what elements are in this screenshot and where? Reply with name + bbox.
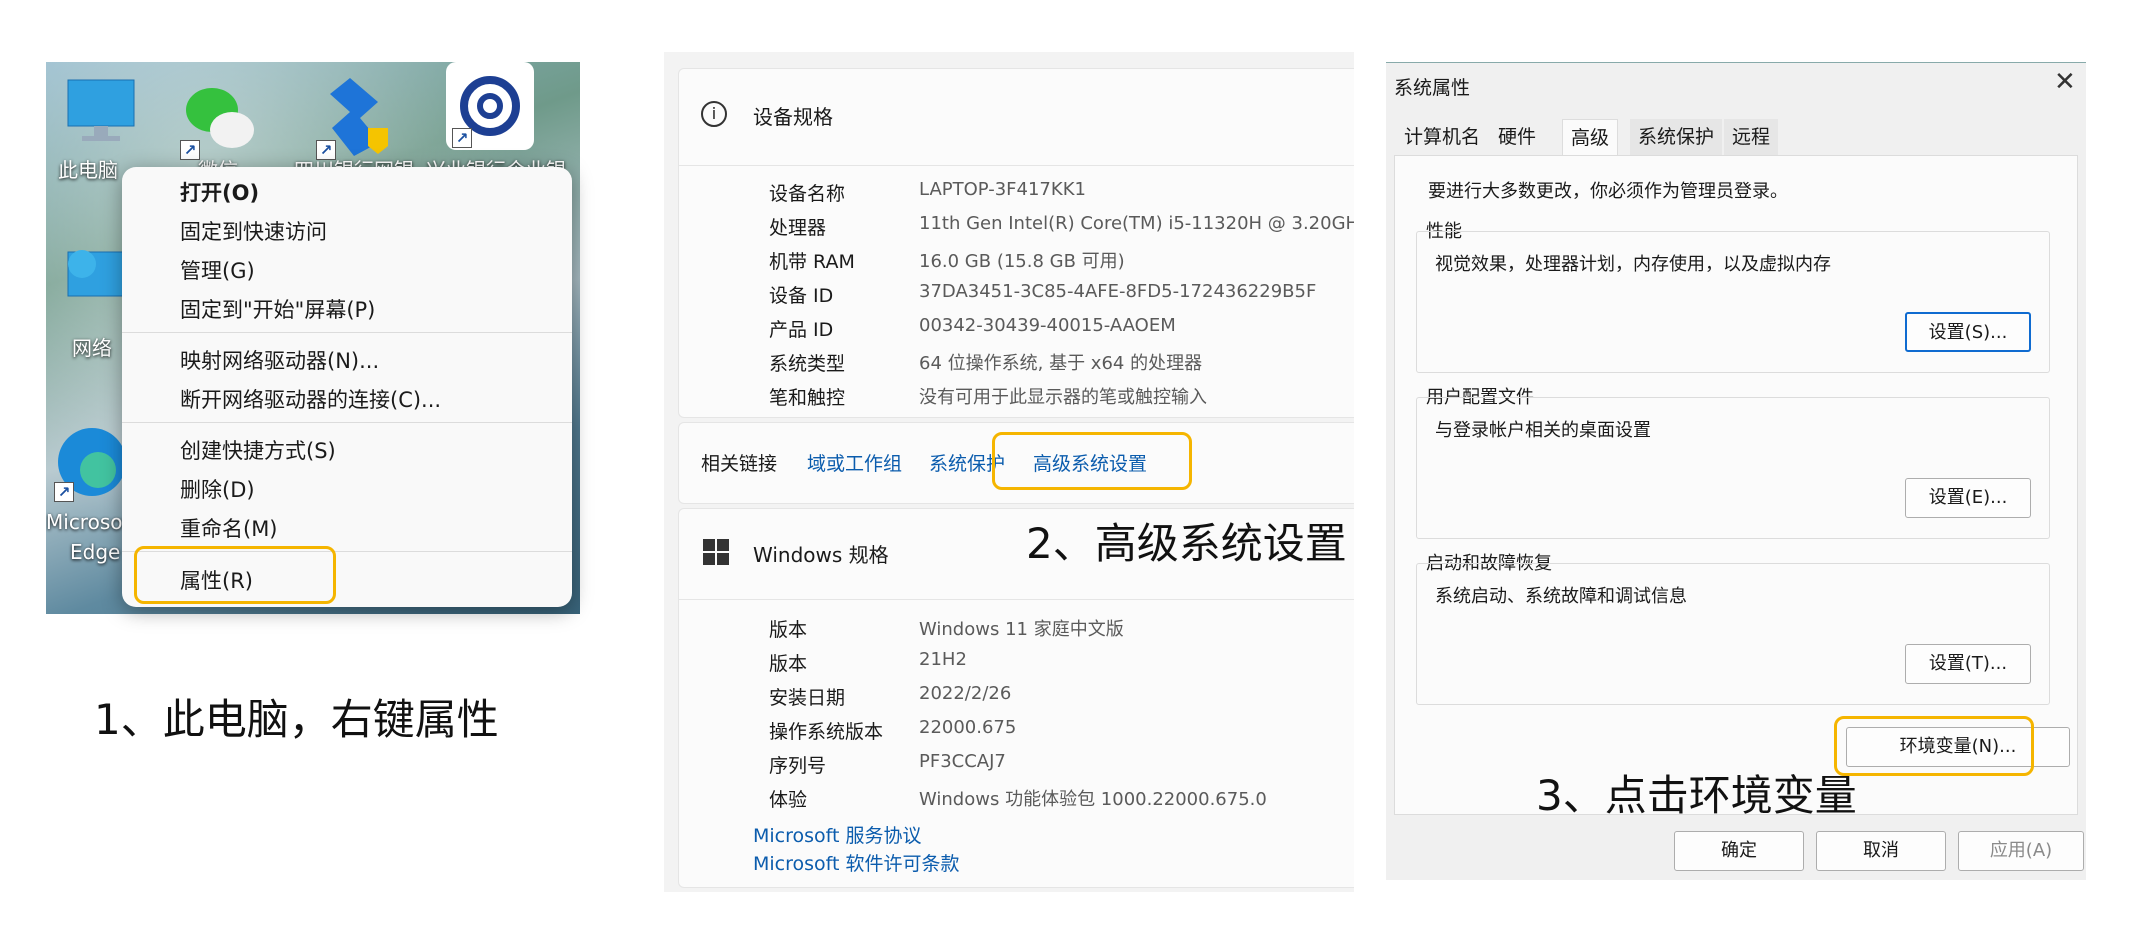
highlight-advanced-settings <box>992 432 1192 490</box>
menu-separator <box>122 422 572 423</box>
menu-item-rename[interactable]: 重命名(M) <box>180 513 278 543</box>
shortcut-arrow-icon: ↗ <box>180 140 200 160</box>
spec-value: 64 位操作系统, 基于 x64 的处理器 <box>919 353 1203 374</box>
menu-item-disconnect-drive[interactable]: 断开网络驱动器的连接(C)... <box>180 384 441 414</box>
spec-value: 37DA3451-3C85-4AFE-8FD5-172436229B5F <box>919 281 1317 302</box>
menu-item-open[interactable]: 打开(O) <box>180 177 259 207</box>
cancel-button[interactable]: 取消 <box>1816 831 1946 871</box>
dialog-title: 系统属性 <box>1394 77 1471 99</box>
apply-button[interactable]: 应用(A) <box>1958 831 2084 871</box>
menu-item-map-drive[interactable]: 映射网络驱动器(N)... <box>180 345 379 375</box>
step1-caption: 1、此电脑，右键属性 <box>94 695 499 744</box>
link-domain-workgroup[interactable]: 域或工作组 <box>807 449 902 476</box>
spec-key: 版本 <box>769 619 808 641</box>
device-specs-card: i 设备规格 设备名称 LAPTOP-3F417KK1 处理器 11th Gen… <box>678 68 1354 418</box>
startup-recovery-text: 系统启动、系统故障和调试信息 <box>1435 586 1687 607</box>
bank-app-icon[interactable]: ↗ <box>310 72 400 162</box>
spec-value: 00342-30439-40015-AAOEM <box>919 315 1176 336</box>
performance-settings-button[interactable]: 设置(S)... <box>1905 312 2031 352</box>
menu-separator <box>122 332 572 333</box>
spec-key: 安装日期 <box>769 687 846 709</box>
spec-value: 2022/2/26 <box>919 683 1012 704</box>
this-pc-icon[interactable] <box>56 72 146 162</box>
link-ms-service-agreement[interactable]: Microsoft 服务协议 <box>753 821 922 848</box>
device-specs-title: 设备规格 <box>753 105 833 129</box>
user-profiles-text: 与登录帐户相关的桌面设置 <box>1435 420 1651 441</box>
menu-item-create-shortcut[interactable]: 创建快捷方式(S) <box>180 435 336 465</box>
desktop-label-this-pc: 此电脑 <box>58 158 118 182</box>
performance-text: 视觉效果，处理器计划，内存使用，以及虚拟内存 <box>1435 254 1831 275</box>
spec-key: 体验 <box>769 789 808 811</box>
spec-key: 操作系统版本 <box>769 721 884 743</box>
spec-key: 处理器 <box>769 217 827 239</box>
close-icon[interactable]: ✕ <box>2054 67 2076 97</box>
wechat-icon[interactable]: ↗ <box>174 72 264 162</box>
performance-group: 视觉效果，处理器计划，内存使用，以及虚拟内存 设置(S)... <box>1416 231 2050 373</box>
highlight-properties <box>134 546 336 604</box>
windows-specs-title: Windows 规格 <box>753 543 889 567</box>
shortcut-arrow-icon: ↗ <box>54 482 74 502</box>
spec-key: 序列号 <box>769 755 827 777</box>
step3-caption: 3、点击环境变量 <box>1536 771 1857 820</box>
spec-key: 设备名称 <box>769 183 846 205</box>
spec-key: 系统类型 <box>769 353 846 375</box>
startup-recovery-group: 系统启动、系统故障和调试信息 设置(T)... <box>1416 563 2050 705</box>
tab-hardware[interactable]: 硬件 <box>1490 119 1544 155</box>
tab-system-protection[interactable]: 系统保护 <box>1630 119 1723 155</box>
menu-item-manage[interactable]: 管理(G) <box>180 255 255 285</box>
context-menu: 打开(O) 固定到快速访问 管理(G) 固定到"开始"屏幕(P) 映射网络驱动器… <box>122 167 572 607</box>
info-icon: i <box>701 101 727 127</box>
spec-key: 产品 ID <box>769 319 834 341</box>
spec-value: 11th Gen Intel(R) Core(TM) i5-11320H @ 3… <box>919 213 1354 234</box>
shortcut-arrow-icon: ↗ <box>452 128 472 148</box>
spec-value: Windows 功能体验包 1000.22000.675.0 <box>919 789 1267 810</box>
spec-key: 版本 <box>769 653 808 675</box>
menu-item-pin-start[interactable]: 固定到"开始"屏幕(P) <box>180 294 375 324</box>
desktop-label-network: 网络 <box>72 336 112 360</box>
spec-value: 16.0 GB (15.8 GB 可用) <box>919 251 1125 272</box>
tab-advanced[interactable]: 高级 <box>1562 119 1619 155</box>
spec-key: 设备 ID <box>769 285 834 307</box>
menu-item-pin-quick-access[interactable]: 固定到快速访问 <box>180 216 327 246</box>
user-profiles-settings-button[interactable]: 设置(E)... <box>1905 478 2031 518</box>
startup-recovery-settings-button[interactable]: 设置(T)... <box>1905 644 2031 684</box>
tab-remote[interactable]: 远程 <box>1724 119 1779 155</box>
menu-item-delete[interactable]: 删除(D) <box>180 474 255 504</box>
link-ms-license-terms[interactable]: Microsoft 软件许可条款 <box>753 849 960 876</box>
related-links-label: 相关链接 <box>701 453 778 475</box>
spec-key: 笔和触控 <box>769 387 846 409</box>
spec-value: LAPTOP-3F417KK1 <box>919 179 1086 200</box>
ok-button[interactable]: 确定 <box>1674 831 1804 871</box>
tab-computer-name[interactable]: 计算机名 <box>1396 119 1488 155</box>
spec-key: 机带 RAM <box>769 251 855 273</box>
admin-note: 要进行大多数更改，你必须作为管理员登录。 <box>1428 181 1788 202</box>
spec-value: Windows 11 家庭中文版 <box>919 619 1124 640</box>
step2-caption: 2、高级系统设置 <box>1026 519 1347 568</box>
highlight-environment-variables <box>1834 716 2034 776</box>
spec-value: 没有可用于此显示器的笔或触控输入 <box>919 387 1207 408</box>
spec-value: 21H2 <box>919 649 967 670</box>
industrial-bank-icon[interactable]: ↗ <box>446 62 534 150</box>
windows-logo-icon <box>703 539 729 565</box>
spec-value: 22000.675 <box>919 717 1017 738</box>
desktop-label-edge-2: Edge <box>70 540 121 564</box>
user-profiles-group: 与登录帐户相关的桌面设置 设置(E)... <box>1416 397 2050 539</box>
spec-value: PF3CCAJ7 <box>919 751 1006 772</box>
